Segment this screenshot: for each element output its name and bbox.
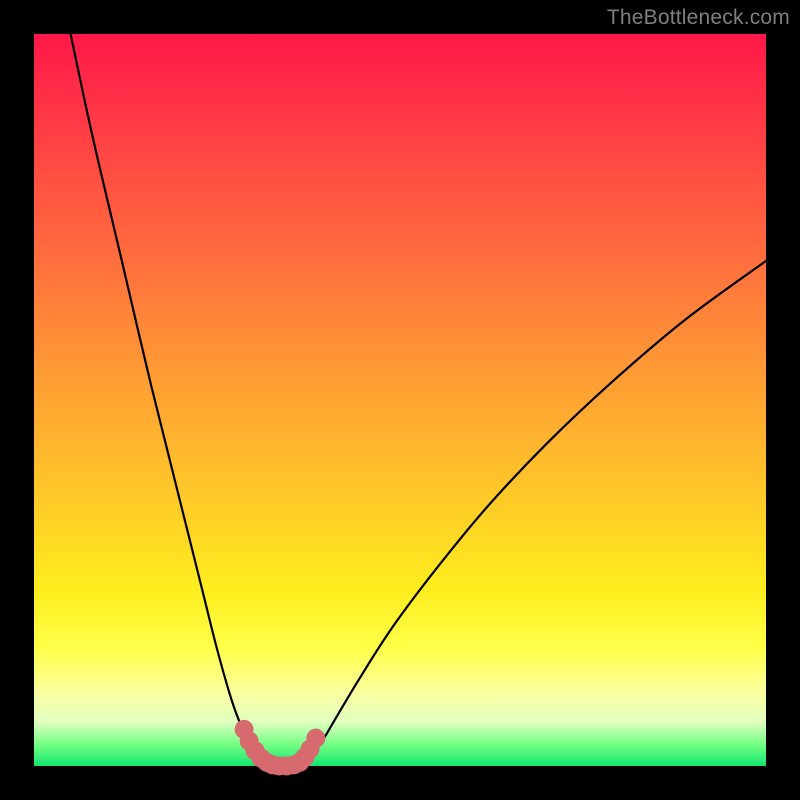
watermark-label: TheBottleneck.com	[607, 6, 790, 30]
curve-layer	[34, 34, 766, 766]
right-curve	[305, 261, 766, 766]
trough-markers	[235, 720, 326, 776]
chart-frame: TheBottleneck.com	[0, 0, 800, 800]
trough-marker	[306, 729, 325, 748]
plot-area	[34, 34, 766, 766]
left-curve	[71, 34, 272, 766]
